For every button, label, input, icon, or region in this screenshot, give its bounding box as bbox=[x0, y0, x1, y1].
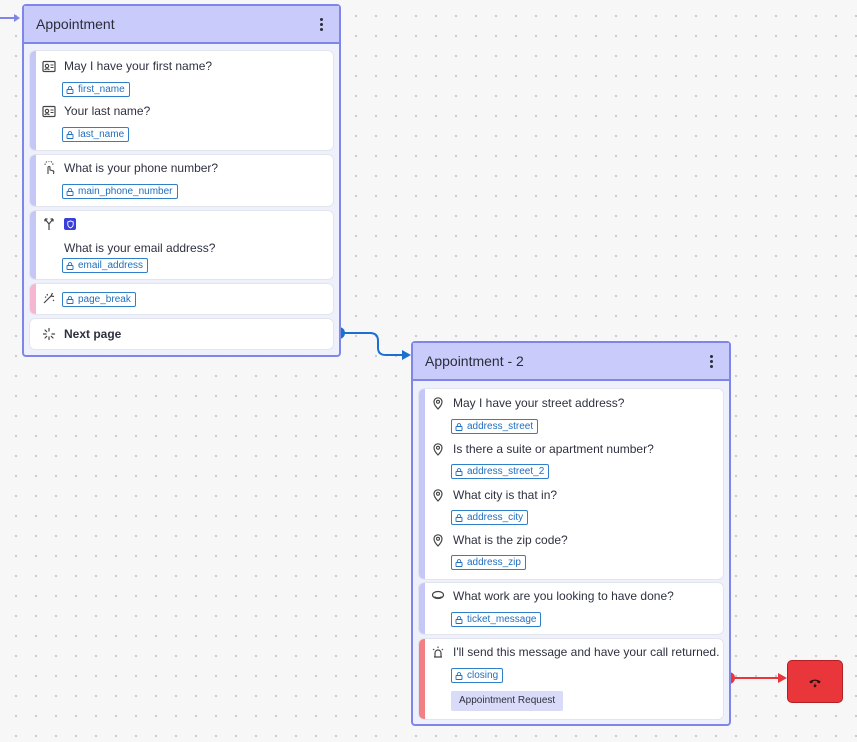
end-call-button[interactable] bbox=[787, 660, 843, 703]
question-text: What city is that in? bbox=[453, 488, 558, 502]
node-header[interactable]: Appointment bbox=[24, 6, 339, 44]
lock-icon bbox=[455, 467, 463, 476]
variable-name: ticket_message bbox=[467, 614, 537, 625]
variable-name: page_break bbox=[78, 294, 131, 305]
next-page-card[interactable]: Next page bbox=[30, 319, 333, 349]
lock-icon bbox=[455, 558, 463, 567]
lock-icon bbox=[455, 615, 463, 624]
hang-up-icon bbox=[808, 675, 822, 689]
id-card-icon bbox=[42, 59, 56, 73]
variable-name: closing bbox=[467, 670, 499, 681]
variable-name: address_street_2 bbox=[467, 466, 545, 477]
question-text: Is there a suite or apartment number? bbox=[453, 442, 654, 456]
more-options-icon[interactable] bbox=[313, 15, 329, 33]
variable-tag[interactable]: main_phone_number bbox=[62, 184, 178, 199]
variable-name: last_name bbox=[78, 129, 125, 140]
more-options-icon[interactable] bbox=[703, 352, 719, 370]
shield-icon bbox=[64, 218, 76, 230]
end-arrowhead bbox=[778, 673, 787, 683]
next-page-label: Next page bbox=[64, 327, 122, 341]
variable-name: email_address bbox=[78, 260, 144, 271]
fork-icon bbox=[42, 217, 56, 231]
location-pin-icon bbox=[431, 442, 445, 456]
lock-icon bbox=[66, 261, 74, 270]
node-header[interactable]: Appointment - 2 bbox=[413, 343, 729, 381]
name-questions-card[interactable]: May I have your first name? first_name Y… bbox=[30, 51, 333, 150]
variable-tag[interactable]: address_street bbox=[451, 419, 539, 434]
variable-tag[interactable]: email_address bbox=[62, 258, 149, 273]
question-text: What work are you looking to have done? bbox=[453, 589, 674, 603]
variable-name: address_zip bbox=[467, 557, 521, 568]
message-icon bbox=[431, 589, 445, 603]
id-card-icon bbox=[42, 104, 56, 118]
question-text: What is your email address? bbox=[64, 241, 216, 255]
loading-spinner-icon bbox=[42, 327, 56, 341]
appointment-2-node[interactable]: Appointment - 2 May I have your street a… bbox=[411, 341, 731, 726]
variable-tag[interactable]: address_city bbox=[451, 510, 529, 525]
variable-name: address_city bbox=[467, 512, 524, 523]
appointment-request-chip[interactable]: Appointment Request bbox=[451, 691, 564, 711]
location-pin-icon bbox=[431, 533, 445, 547]
variable-tag[interactable]: address_zip bbox=[451, 555, 526, 570]
variable-tag[interactable]: ticket_message bbox=[451, 612, 542, 627]
question-text: May I have your street address? bbox=[453, 396, 625, 410]
location-pin-icon bbox=[431, 396, 445, 410]
question-text: May I have your first name? bbox=[64, 59, 213, 73]
lock-icon bbox=[455, 671, 463, 680]
variable-name: first_name bbox=[78, 84, 125, 95]
node-title: Appointment bbox=[36, 16, 115, 32]
alarm-icon bbox=[431, 645, 445, 659]
lock-icon bbox=[455, 513, 463, 522]
page-break-card[interactable]: page_break bbox=[30, 284, 333, 314]
variable-tag[interactable]: first_name bbox=[62, 82, 130, 97]
sparkle-icon bbox=[42, 291, 56, 305]
connector-arrowhead bbox=[402, 350, 411, 360]
node-title: Appointment - 2 bbox=[425, 353, 524, 369]
lock-icon bbox=[455, 422, 463, 431]
closing-card[interactable]: I'll send this message and have your cal… bbox=[419, 639, 723, 719]
variable-name: main_phone_number bbox=[78, 186, 173, 197]
lock-icon bbox=[66, 295, 74, 304]
incoming-arrowhead bbox=[14, 14, 20, 22]
address-questions-card[interactable]: May I have your street address? address_… bbox=[419, 389, 723, 579]
appointment-node[interactable]: Appointment May I have your first name? … bbox=[22, 4, 341, 357]
question-text: What is the zip code? bbox=[453, 533, 568, 547]
question-text: What is your phone number? bbox=[64, 161, 219, 175]
phone-tap-icon bbox=[42, 161, 56, 175]
question-text: Your last name? bbox=[64, 104, 151, 118]
ticket-message-card[interactable]: What work are you looking to have done? … bbox=[419, 583, 723, 634]
variable-tag[interactable]: closing bbox=[451, 668, 504, 683]
lock-icon bbox=[66, 85, 74, 94]
variable-tag[interactable]: page_break bbox=[62, 292, 136, 307]
lock-icon bbox=[66, 130, 74, 139]
lock-icon bbox=[66, 187, 74, 196]
variable-tag[interactable]: last_name bbox=[62, 127, 130, 142]
email-question-card[interactable]: What is your email address? email_addres… bbox=[30, 211, 333, 279]
question-text: I'll send this message and have your cal… bbox=[453, 645, 720, 659]
location-pin-icon bbox=[431, 488, 445, 502]
variable-name: address_street bbox=[467, 421, 534, 432]
phone-question-card[interactable]: What is your phone number? main_phone_nu… bbox=[30, 155, 333, 206]
variable-tag[interactable]: address_street_2 bbox=[451, 464, 550, 479]
next-page-connector bbox=[339, 332, 406, 356]
